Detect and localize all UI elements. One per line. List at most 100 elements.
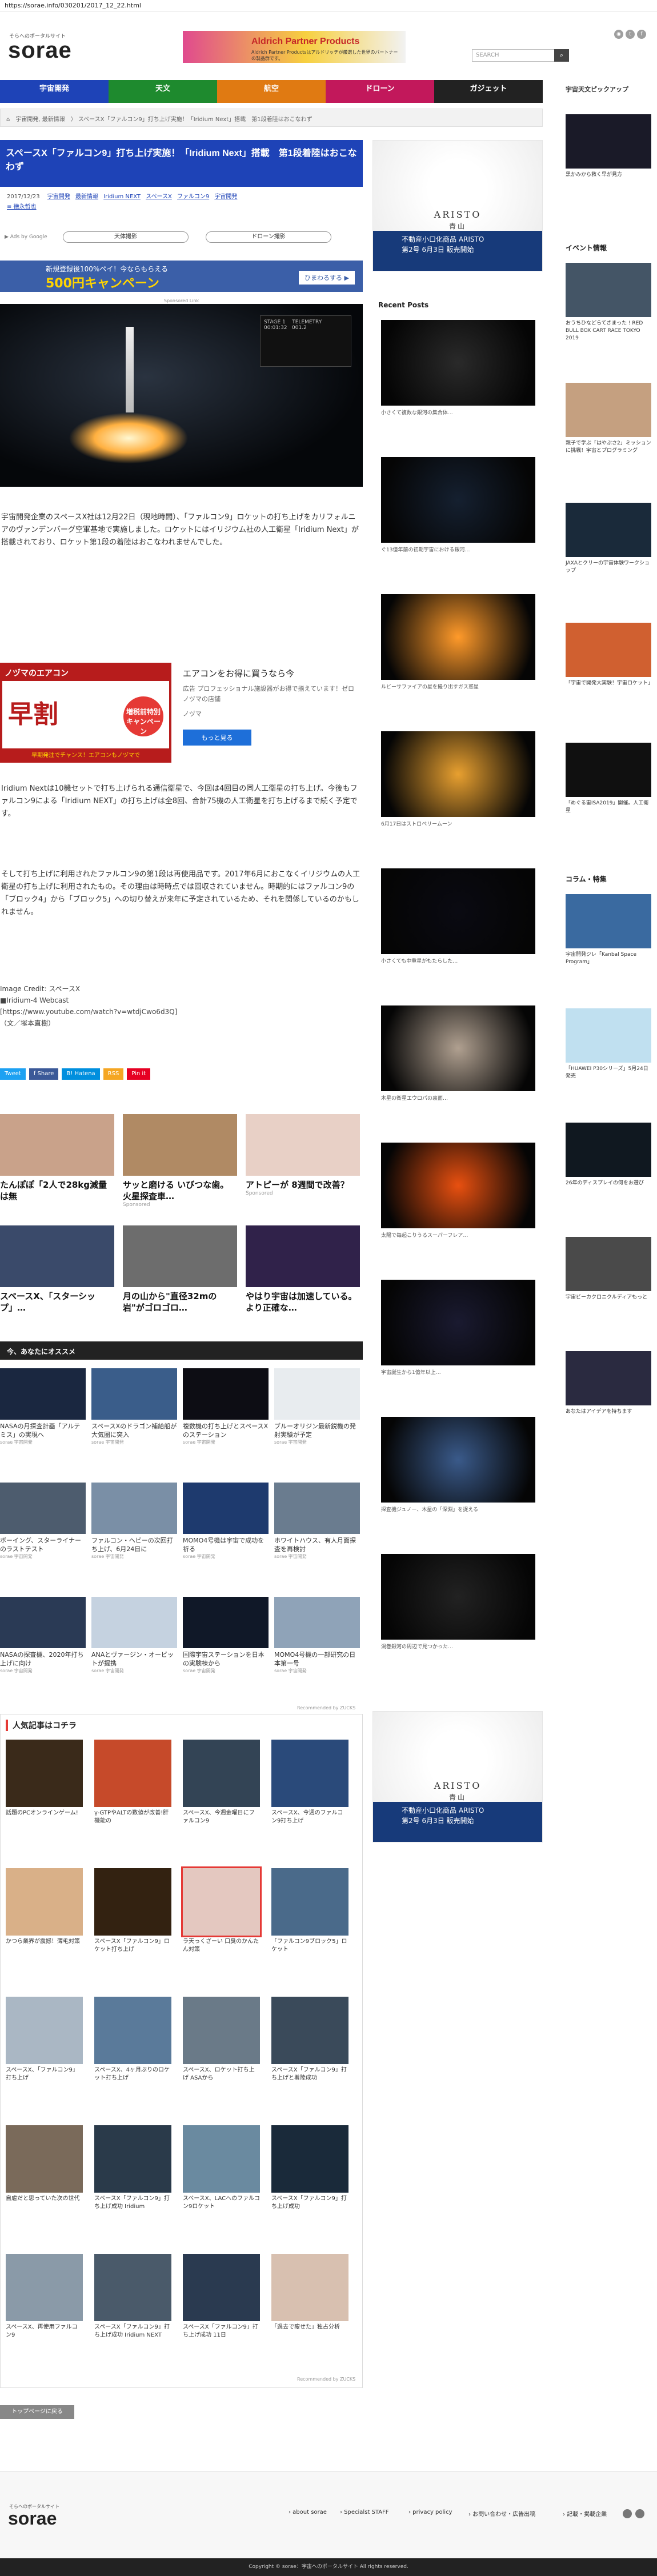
footer-link-about[interactable]: › about sorae [289,2509,327,2515]
header-ad-banner[interactable]: Aldrich Partner Products Aldrich Partner… [183,31,406,63]
back-to-top-button[interactable]: トップページに戻る [0,2405,74,2419]
related-card[interactable]: アトピーが 8週間で改善？ Sponsored [246,1114,360,1196]
column-thumb[interactable] [566,1237,651,1291]
pinterest-button[interactable]: Pin it [127,1068,151,1080]
recommend-tile[interactable]: MOMO4号機の一部研究の日本第一号 sorae 宇宙開発 [274,1597,360,1674]
footer-link-contact[interactable]: › お問い合わせ・広告出稿 [468,2509,535,2518]
event-thumb[interactable] [566,623,651,677]
ad-keyword-pill[interactable]: ドローン撮影 [206,231,331,243]
nav-gadget[interactable]: ガジェット [434,80,543,103]
rss-icon[interactable]: ◉ [614,30,623,39]
image-credit[interactable]: Image Credit: スペースX ■Iridium-4 Webcast [… [0,983,363,1029]
rss-button[interactable]: RSS [103,1068,124,1080]
recommend-tile[interactable]: スペースXのドラゴン補給船が大気圏に突入 sorae 宇宙開発 [91,1368,177,1445]
popular-tile[interactable]: 自虐だと思っていた次の世代 [6,2125,83,2203]
related-card[interactable]: スペースX、「スターシップ」… [0,1225,114,1313]
popular-tile[interactable]: スペースX、「ファルコン9」打ち上げ [6,1997,83,2082]
column-thumb[interactable] [566,1008,651,1063]
recent-post-title[interactable]: ルビーサファイアの星を撮り出すガス惑星 [381,683,535,691]
search-icon[interactable]: ⌕ [554,49,569,62]
recommend-tile[interactable]: ボーイング、スターライナーのラストテスト sorae 宇宙開発 [0,1483,86,1560]
popular-tile[interactable]: 「過去で痩せた」独占分析 [271,2254,348,2331]
event-title-text[interactable]: 「めぐる宙ISA2019」開催。人工衛星 [566,800,651,815]
banner-button[interactable]: ひまわるする ▶ [299,271,355,285]
recommend-tile[interactable]: ファルコン・ヘビーの次回打ち上げ、6月24日に sorae 宇宙開発 [91,1483,177,1560]
recent-post-thumb[interactable] [381,1280,535,1365]
recent-post-thumb[interactable] [381,1417,535,1503]
event-title-text[interactable]: 親子で学ぶ「はやぶさ2」ミッションに挑戦！宇宙とプログラミング [566,440,651,455]
ad-keyword-pill[interactable]: 天体撮影 [63,231,189,243]
footer-link-privacy[interactable]: › privacy policy [408,2509,452,2515]
recent-post-title[interactable]: ぐ13億年前の初期宇宙における銀河… [381,546,535,554]
aristo-ad[interactable]: ARISTO 青山 不動産小口化商品 ARISTO 第2号 6月3日 販売開始 [372,1711,543,1842]
event-thumb[interactable] [566,263,651,317]
popular-tile[interactable]: ラ天っくざーい 口臭のかんたん対策 [181,1866,262,1954]
footer-facebook-icon[interactable] [635,2509,644,2518]
recent-post-thumb[interactable] [381,868,535,954]
column-thumb[interactable] [566,1351,651,1405]
recommended-by[interactable]: Recommended by ZUCKS [297,1705,355,1710]
popular-tile[interactable]: スペースX「ファルコン9」打ち上げと着陸成功 [271,1997,348,2082]
recommend-tile[interactable]: MOMO4号機は宇宙で成功を祈る sorae 宇宙開発 [183,1483,269,1560]
campaign-banner[interactable]: 新規登録後100%ペイ！今ならもらえる 500円キャンペーン ひまわるする ▶ [0,261,363,292]
twitter-icon[interactable]: t [626,30,635,39]
tag-link[interactable]: 最新情報 [75,194,98,200]
popular-tile[interactable]: スペースX、4ヶ月ぶりのロケット打ち上げ [94,1997,171,2082]
event-title-text[interactable]: JAXAとクリーの宇宙体験ワークショップ [566,560,651,575]
recommend-tile[interactable]: NASAの月探査計画「アルテミス」の実現へ sorae 宇宙開発 [0,1368,86,1445]
recommend-tile[interactable]: NASAの探査機、2020年打ち上げに向け sorae 宇宙開発 [0,1597,86,1674]
recent-post-thumb[interactable] [381,731,535,817]
recent-post-title[interactable]: 宇宙誕生から1億年以上… [381,1369,535,1377]
event-thumb[interactable] [566,383,651,437]
tag-link[interactable]: Iridium NEXT [103,194,141,200]
popular-tile[interactable]: スペースX「ファルコン9」打ち上げ成功 Iridium [94,2125,171,2211]
footer-link-staff[interactable]: › Specialst STAFF [340,2509,389,2515]
popular-tile[interactable]: スペースX、今週のファルコン9打ち上げ [271,1740,348,1825]
footer-logo[interactable]: sorae [8,2508,57,2529]
tag-link[interactable]: スペースX [146,194,172,200]
column-title-text[interactable]: あなたはアイデアを持ちます [566,1408,651,1416]
nav-astronomy[interactable]: 天文 [109,80,217,103]
recent-post-thumb[interactable] [381,594,535,680]
footer-link-company[interactable]: › 記載・掲載企業 [563,2509,607,2518]
recommend-tile[interactable]: 国際宇宙ステーションを日本の実験棟から sorae 宇宙開発 [183,1597,269,1674]
nav-drone[interactable]: ドローン [326,80,434,103]
column-title-text[interactable]: 26年のディスプレイの何をお選び [566,1180,651,1187]
popular-tile[interactable]: スペースX「ファルコン9」打ち上げ成功 Iridium NEXT [94,2254,171,2339]
tag-link[interactable]: 宇宙開発 [214,194,237,200]
column-title-text[interactable]: 「HUAWEI P30シリーズ」5月24日発売 [566,1065,651,1080]
tag-link[interactable]: ファルコン9 [177,194,209,200]
popular-tile[interactable]: かつら業界が震撼！薄毛対策 [6,1868,83,1946]
event-title-text[interactable]: おうちひなどらてきまった ! RED BULL BOX CART RACE TO… [566,320,651,342]
footer-twitter-icon[interactable] [623,2509,632,2518]
event-thumb[interactable] [566,743,651,797]
search-input[interactable]: SEARCH [472,49,555,62]
hatena-button[interactable]: B! Hatena [62,1068,100,1080]
recommend-tile[interactable]: 複数機の打ち上げとスペースXのステーション sorae 宇宙開発 [183,1368,269,1445]
pickup-thumb[interactable] [566,114,651,169]
popular-tile[interactable]: スペースX「ファルコン9」打ち上げ成功 11日 [183,2254,260,2339]
popular-tile[interactable]: スペースX、ロケット打ち上げ ASAから [183,1997,260,2082]
popular-tile[interactable]: 「ファルコン9ブロック5」ロケット [271,1868,348,1954]
tag-link[interactable]: 宇宙開発 [47,194,70,200]
aristo-ad[interactable]: ARISTO 青山 不動産小口化商品 ARISTO 第2号 6月3日 販売開始 [372,140,543,271]
column-title-text[interactable]: 宇宙開発ジレ「Kanbal Space Program」 [566,951,651,966]
tweet-button[interactable]: Tweet [0,1068,26,1080]
nav-aviation[interactable]: 航空 [217,80,326,103]
recommended-by[interactable]: Recommended by ZUCKS [297,2377,355,2382]
popular-tile[interactable]: スペースX、LACへのファルコン9ロケット [183,2125,260,2211]
aircon-ad-text[interactable]: エアコンをお得に買うなら今 広告 プロフェッショナル施設器がお得で揃えています！… [183,667,360,746]
popular-tile[interactable]: スペースX、今週金曜日にファルコン9 [183,1740,260,1825]
recent-post-title[interactable]: 渦巻銀河の周辺で見つかった… [381,1643,535,1651]
recent-post-title[interactable]: 6月17日はストロベリームーン [381,820,535,828]
breadcrumb[interactable]: ⌂ 宇宙開発, 最新情報 〉 スペースX「ファルコン9」打ち上げ実施！「Irid… [0,109,543,127]
recommend-tile[interactable]: ブルーオリジン最新鋭機の発射実験が予定 sorae 宇宙開発 [274,1368,360,1445]
address-bar[interactable]: https://sorae.info/030201/2017_12_22.htm… [0,0,657,11]
pickup-text[interactable]: 黒かみから救く早が見方 [566,171,651,179]
recent-post-thumb[interactable] [381,1143,535,1228]
recent-post-thumb[interactable] [381,1554,535,1640]
recent-post-title[interactable]: 太陽で毎起こりうるスーパーフレア… [381,1232,535,1240]
facebook-share-button[interactable]: f Share [29,1068,59,1080]
popular-tile[interactable]: スペースX「ファルコン9」打ち上げ成功 [271,2125,348,2211]
recent-post-thumb[interactable] [381,320,535,406]
